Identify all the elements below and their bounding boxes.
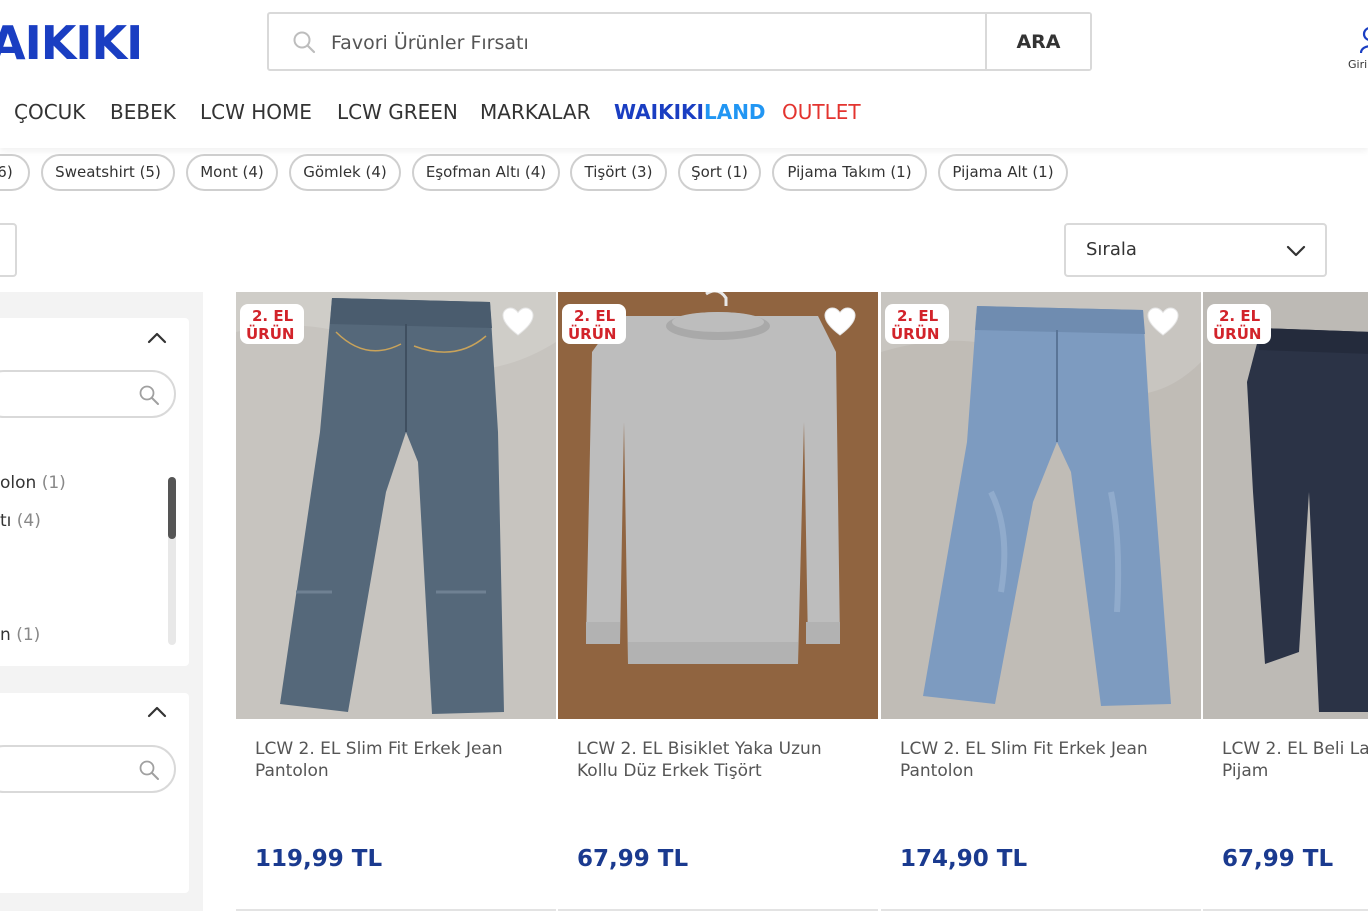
category-option-count: (1) [16, 625, 41, 645]
filter-panel-second [0, 693, 189, 893]
second-hand-badge: 2. EL ÜRÜN [240, 304, 304, 344]
badge-line-2: ÜRÜN [246, 325, 295, 343]
badge-line-1: 2. EL [574, 307, 616, 325]
category-search-input[interactable] [0, 370, 176, 418]
product-image[interactable]: 2. EL ÜRÜN [236, 292, 556, 719]
search-input[interactable] [331, 28, 971, 58]
product-image[interactable]: 2. EL ÜRÜN [881, 292, 1201, 719]
product-card[interactable]: 2. EL ÜRÜN LCW 2. EL Slim Fit Erkek Jean… [236, 292, 556, 911]
search-icon [139, 760, 159, 780]
category-option-label: olon [0, 473, 37, 493]
product-price: 174,90 TL [900, 846, 1028, 872]
filter-button[interactable] [0, 223, 17, 277]
heart-icon[interactable] [1146, 306, 1180, 338]
category-option-count: (4) [16, 511, 41, 531]
second-filter-search-input[interactable] [0, 745, 176, 793]
filter-chip-pijama-alt[interactable]: Pijama Alt (1) [938, 154, 1068, 191]
login-button[interactable]: Giri [1344, 26, 1368, 76]
filter-chip-sweatshirt[interactable]: Sweatshirt (5) [41, 154, 175, 191]
login-label: Giri [1348, 58, 1368, 71]
chevron-down-icon [1286, 245, 1306, 257]
badge-line-2: ÜRÜN [891, 325, 940, 343]
product-image[interactable]: 2. EL ÜRÜN [558, 292, 878, 719]
badge-line-1: 2. EL [252, 307, 294, 325]
nav-item-markalar[interactable]: MARKALAR [480, 100, 590, 124]
nav-item-bebek[interactable]: BEBEK [110, 100, 176, 124]
second-hand-badge: 2. EL ÜRÜN [1207, 304, 1271, 344]
product-price: 67,99 TL [577, 846, 689, 872]
nav-item-waikikiland[interactable]: WAIKIKILAND [614, 100, 766, 124]
nav-item-lcw-home[interactable]: LCW HOME [200, 100, 312, 124]
category-option-label: n [0, 625, 11, 645]
search-icon [139, 385, 159, 405]
product-price: 119,99 TL [255, 846, 383, 872]
product-title[interactable]: LCW 2. EL Slim Fit Erkek Jean Pantolon [255, 738, 545, 782]
product-price: 67,99 TL [1222, 846, 1334, 872]
second-hand-badge: 2. EL ÜRÜN [885, 304, 949, 344]
category-option[interactable]: olon (1) [0, 473, 66, 493]
filter-chip-mont[interactable]: Mont (4) [186, 154, 278, 191]
nav-item-lcw-green[interactable]: LCW GREEN [337, 100, 458, 124]
product-title[interactable]: LCW 2. EL Bisiklet Yaka Uzun Kollu Düz E… [577, 738, 867, 782]
product-image[interactable]: 2. EL ÜRÜN [1203, 292, 1368, 719]
main-nav: ÇOCUK BEBEK LCW HOME LCW GREEN MARKALAR … [0, 100, 1368, 134]
category-option[interactable]: tı (4) [0, 511, 41, 531]
search-bar: ARA [267, 12, 1092, 71]
waikikiland-part-a: WAIKIKI [614, 100, 704, 124]
nav-item-cocuk[interactable]: ÇOCUK [14, 100, 85, 124]
filter-chip-sort[interactable]: Şort (1) [678, 154, 761, 191]
waikikiland-part-b: LAND [703, 100, 766, 124]
product-card[interactable]: 2. EL ÜRÜN LCW 2. EL Bisiklet Yaka Uzun … [558, 292, 878, 911]
sort-dropdown[interactable]: Sırala [1064, 223, 1327, 277]
category-option-label: tı [0, 511, 12, 531]
search-button[interactable]: ARA [985, 14, 1090, 69]
chevron-up-icon[interactable] [145, 700, 169, 724]
filter-chip-gomlek[interactable]: Gömlek (4) [289, 154, 401, 191]
product-title[interactable]: LCW 2. EL Beli Las Kalıp Erkek Pijam [1222, 738, 1368, 782]
badge-line-1: 2. EL [897, 307, 939, 325]
filter-chip-tisort[interactable]: Tişört (3) [570, 154, 667, 191]
search-icon [293, 31, 316, 54]
category-option-count: (1) [41, 473, 66, 493]
heart-icon[interactable] [501, 306, 535, 338]
second-hand-badge: 2. EL ÜRÜN [562, 304, 626, 344]
badge-line-2: ÜRÜN [568, 325, 617, 343]
badge-line-1: 2. EL [1219, 307, 1261, 325]
category-option[interactable]: n (1) [0, 625, 40, 645]
user-icon [1360, 27, 1368, 54]
filter-chip-pijama-takim[interactable]: Pijama Takım (1) [772, 154, 927, 191]
nav-item-outlet[interactable]: OUTLET [782, 100, 861, 124]
sort-label: Sırala [1086, 239, 1137, 260]
heart-icon[interactable] [823, 306, 857, 338]
site-logo[interactable]: AIKIKI [0, 16, 143, 70]
product-card[interactable]: 2. EL ÜRÜN LCW 2. EL Slim Fit Erkek Jean… [881, 292, 1201, 911]
product-card[interactable]: 2. EL ÜRÜN LCW 2. EL Beli Las Kalıp Erke… [1203, 292, 1368, 911]
chevron-up-icon[interactable] [145, 326, 169, 350]
filter-chip-esofman-alti[interactable]: Eşofman Altı (4) [412, 154, 560, 191]
filter-chip[interactable]: 6) [0, 154, 30, 191]
badge-line-2: ÜRÜN [1213, 325, 1262, 343]
site-header: AIKIKI ARA Giri ÇOCUK BEBEK LCW HOME LCW… [0, 0, 1368, 148]
category-scrollbar-thumb[interactable] [168, 477, 176, 539]
product-listing-page: AIKIKI ARA Giri ÇOCUK BEBEK LCW HOME LCW… [0, 0, 1368, 911]
product-title[interactable]: LCW 2. EL Slim Fit Erkek Jean Pantolon [900, 738, 1190, 782]
